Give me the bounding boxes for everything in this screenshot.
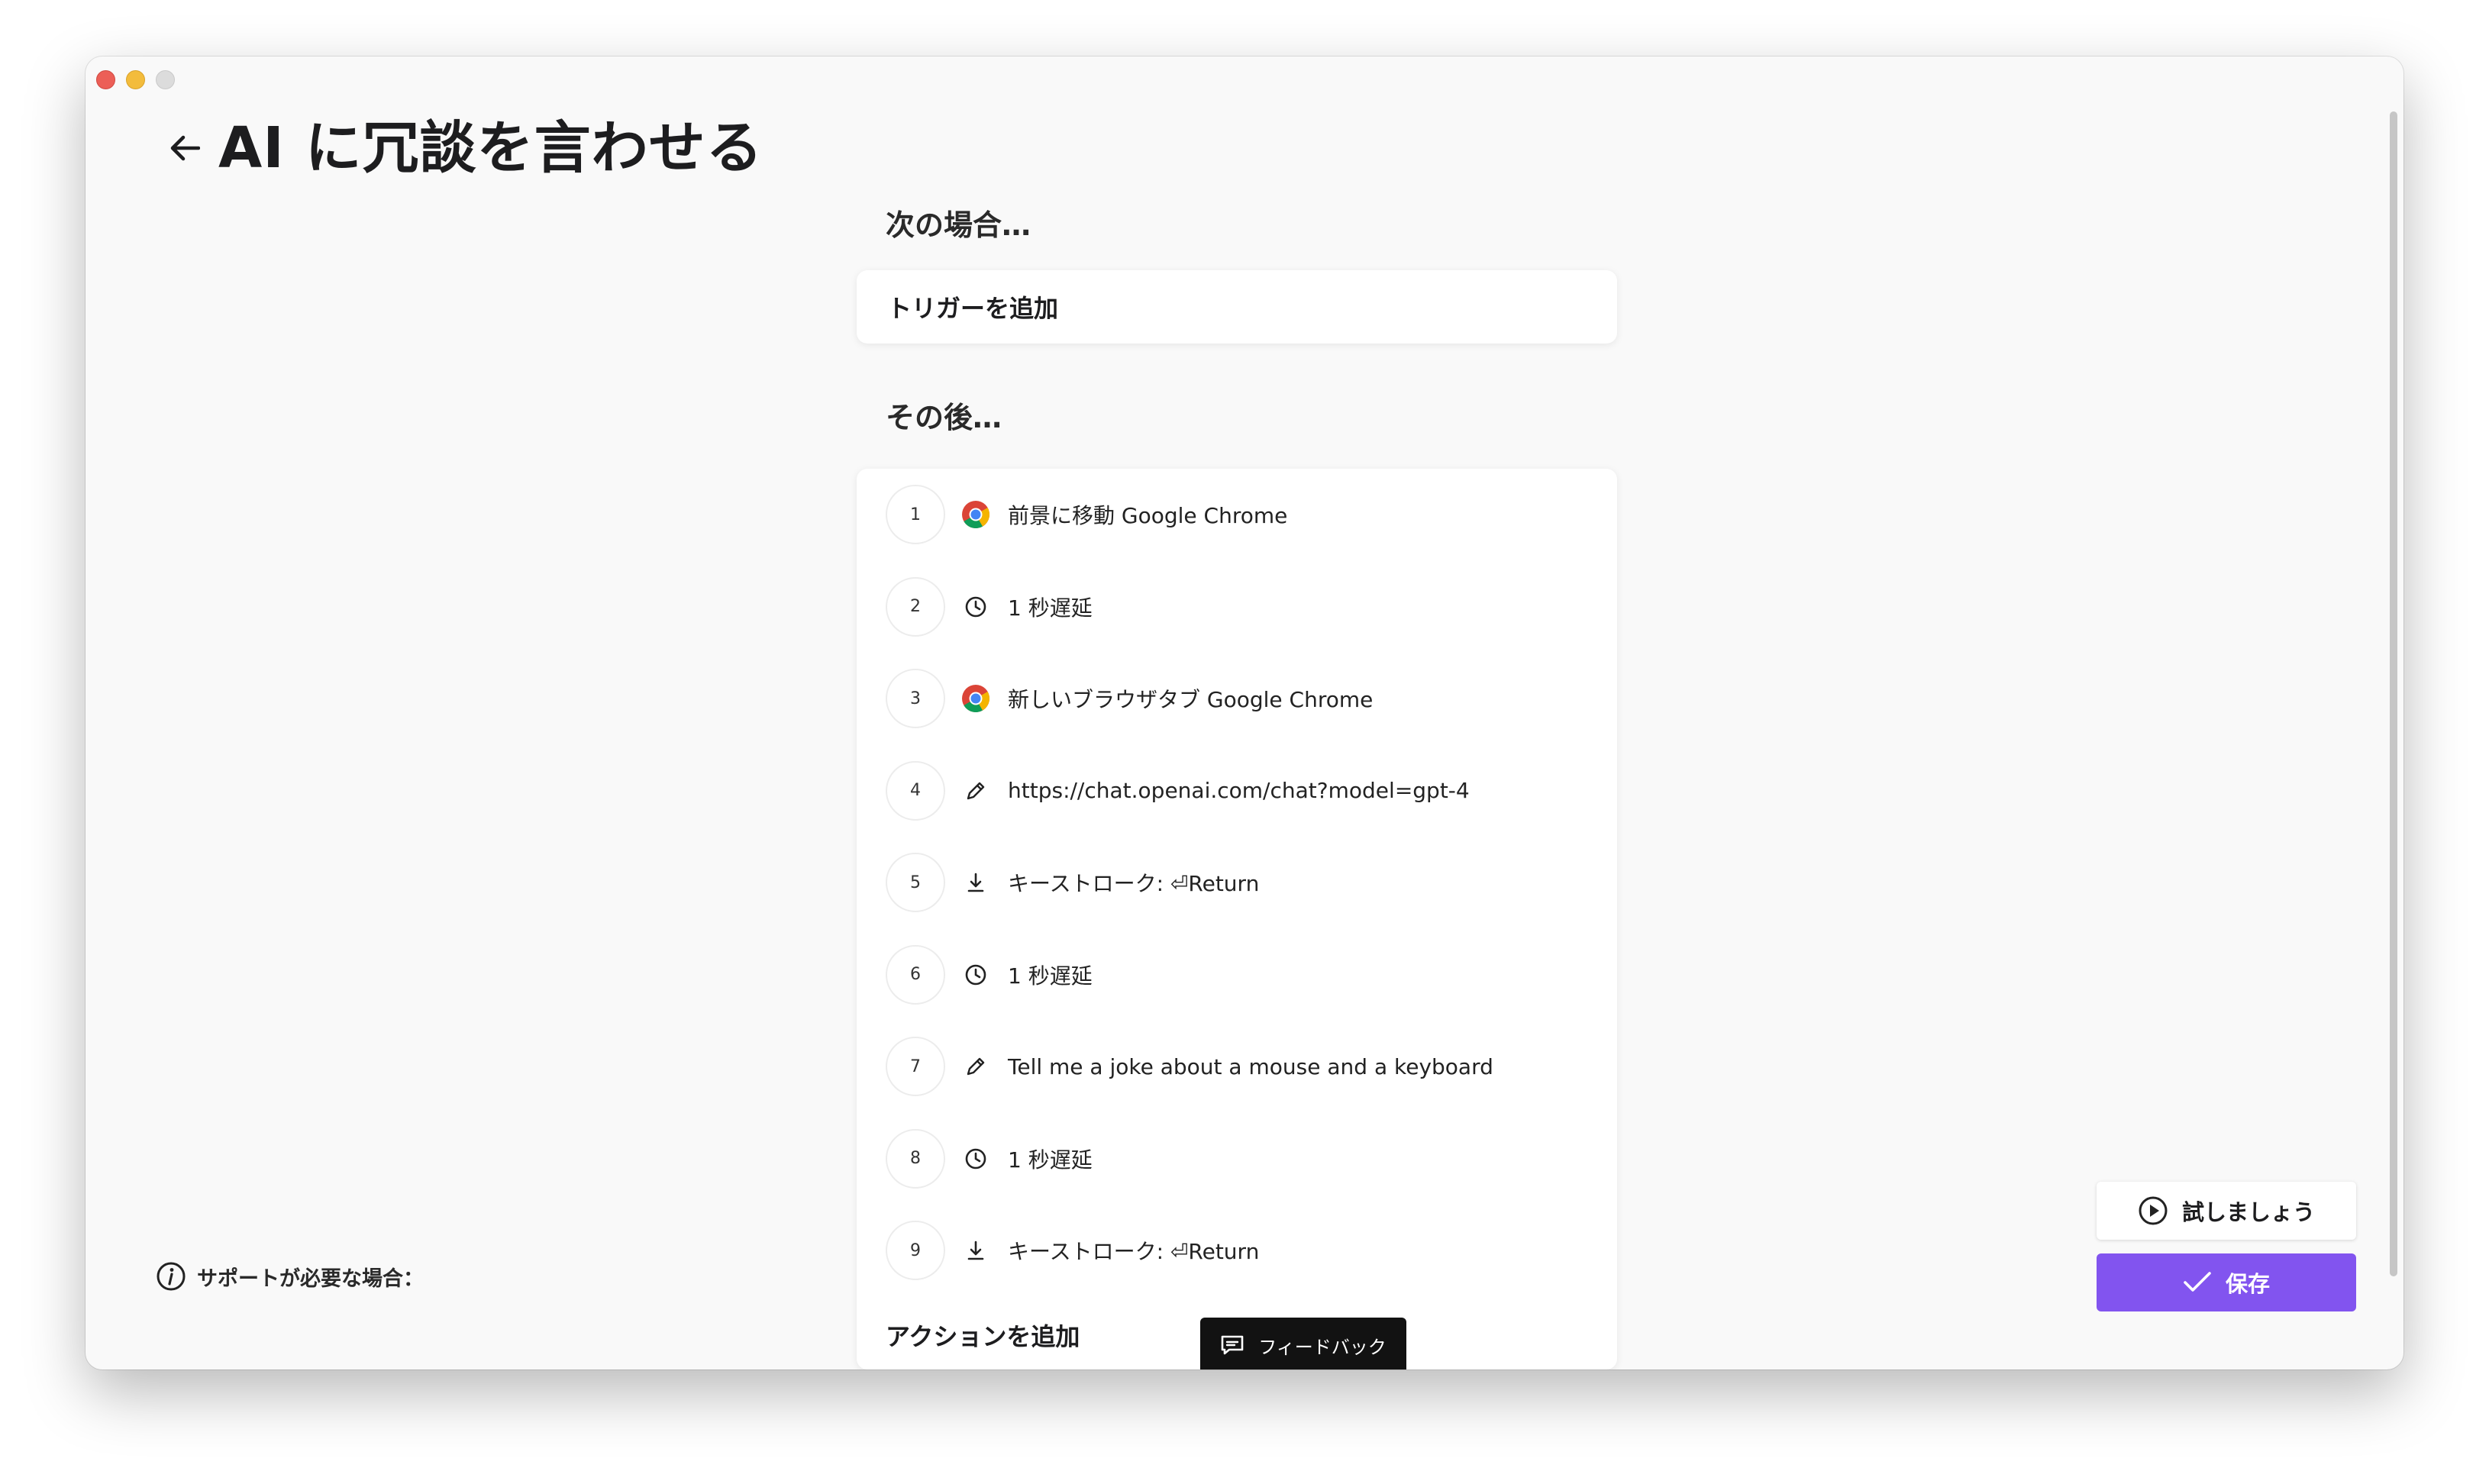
step-number: 3 (886, 669, 945, 728)
action-label: 前景に移動 Google Chrome (1008, 503, 1288, 528)
action-label: キーストローク: ⏎Return (1008, 1239, 1260, 1264)
chrome-icon (960, 499, 991, 530)
clock-icon (960, 1144, 991, 1174)
chrome-icon (960, 683, 991, 714)
add-trigger-label: トリガーを追加 (887, 294, 1059, 323)
step-number: 5 (886, 853, 945, 912)
try-button[interactable]: 試しましょう (2097, 1182, 2356, 1240)
action-label: キーストローク: ⏎Return (1008, 871, 1260, 896)
action-row[interactable]: 9 キーストローク: ⏎Return (886, 1218, 1259, 1282)
action-row[interactable]: 3 新しいブラウザタブ Google Chrome (886, 666, 1373, 731)
action-label: 1 秒遅延 (1008, 595, 1093, 621)
save-button[interactable]: 保存 (2097, 1253, 2356, 1311)
add-action-button[interactable]: アクションを追加 (886, 1318, 1080, 1353)
save-label: 保存 (2225, 1271, 2270, 1297)
page-title: AI に冗談を言わせる (218, 115, 763, 181)
zoom-window-button[interactable] (156, 70, 175, 89)
step-number: 1 (886, 485, 945, 544)
download-arrow-icon (960, 867, 991, 898)
app-window: AI に冗談を言わせる 次の場合… トリガーを追加 その後… アクションを追加 … (86, 56, 2403, 1369)
pencil-icon (960, 1051, 991, 1082)
when-section-label: 次の場合… (886, 208, 1031, 242)
feedback-label: フィードバック (1258, 1336, 1387, 1358)
action-label: 1 秒遅延 (1008, 963, 1093, 989)
action-label: 1 秒遅延 (1008, 1147, 1093, 1173)
download-arrow-icon (960, 1235, 991, 1266)
step-number: 9 (886, 1221, 945, 1280)
step-number: 4 (886, 760, 945, 821)
action-label: 新しいブラウザタブ Google Chrome (1008, 687, 1374, 712)
checkmark-icon (2184, 1272, 2211, 1292)
minimize-window-button[interactable] (126, 70, 145, 89)
comment-icon (1221, 1335, 1244, 1355)
action-row[interactable]: 8 1 秒遅延 (886, 1127, 1093, 1191)
scrollbar[interactable] (2390, 111, 2397, 1276)
step-number: 6 (886, 944, 945, 1005)
step-number: 7 (886, 1037, 945, 1096)
header: AI に冗談を言わせる (168, 110, 763, 186)
pencil-icon (960, 776, 991, 806)
info-icon (157, 1262, 186, 1291)
step-number: 2 (886, 576, 945, 637)
clock-icon (960, 960, 991, 990)
play-circle-icon (2139, 1196, 2168, 1225)
help-label: サポートが必要な場合： (197, 1266, 424, 1291)
step-number: 8 (886, 1128, 945, 1189)
back-arrow-icon[interactable] (168, 131, 202, 165)
action-row[interactable]: 2 1 秒遅延 (886, 575, 1093, 639)
then-section-label: その後… (886, 401, 1002, 434)
action-label: Tell me a joke about a mouse and a keybo… (1008, 1053, 1493, 1079)
clock-icon (960, 592, 991, 622)
action-row[interactable]: 5 キーストローク: ⏎Return (886, 850, 1259, 915)
try-label: 試しましょう (2181, 1199, 2315, 1225)
feedback-button[interactable]: フィードバック (1200, 1318, 1406, 1369)
action-row[interactable]: 1 前景に移動 Google Chrome (886, 482, 1287, 547)
window-controls (96, 70, 175, 89)
close-window-button[interactable] (96, 70, 115, 89)
action-row[interactable]: 7 Tell me a joke about a mouse and a keyb… (886, 1034, 1493, 1098)
actions-list: アクションを追加 1 前景に移動 Google Chrome 2 1 秒遅延 3 新しいブ… (857, 469, 1617, 1369)
action-row[interactable]: 6 1 秒遅延 (886, 943, 1093, 1007)
add-trigger-button[interactable]: トリガーを追加 (857, 270, 1617, 344)
help-link[interactable]: サポートが必要な場合： (156, 1261, 424, 1292)
action-label: https://chat.openai.com/chat?model=gpt-4 (1008, 778, 1470, 803)
action-row[interactable]: 4 https://chat.openai.com/chat?model=gpt-… (886, 759, 1470, 823)
